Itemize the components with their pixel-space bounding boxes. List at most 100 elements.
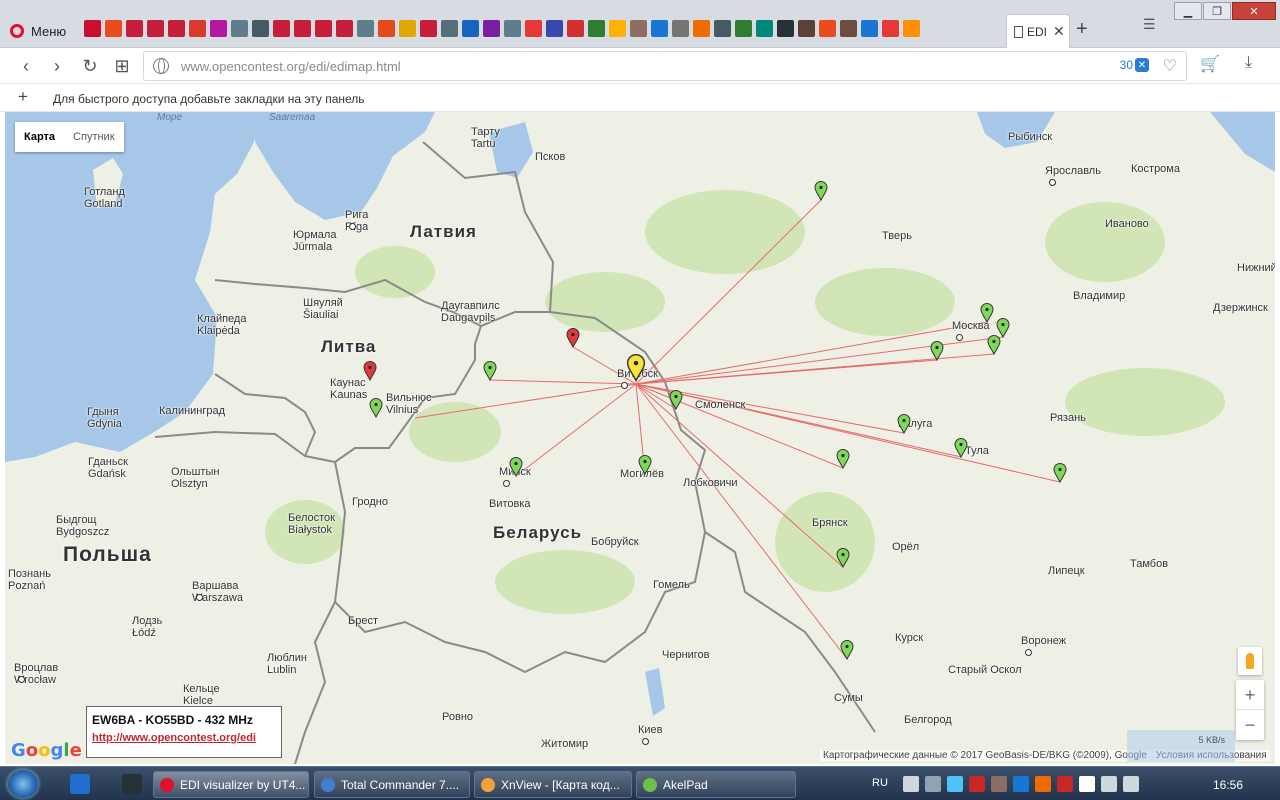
pinned-tab-icon[interactable]	[357, 20, 374, 37]
pinned-tab-icon[interactable]	[147, 20, 164, 37]
taskbar-task[interactable]: AkelPad	[636, 771, 796, 798]
close-window-button[interactable]: ✕	[1232, 2, 1276, 20]
station-marker-green-icon[interactable]	[483, 361, 497, 381]
pinned-tab-icon[interactable]	[420, 20, 437, 37]
street-view-pegman[interactable]	[1238, 647, 1262, 675]
pinned-tab-icon[interactable]	[735, 20, 752, 37]
taskbar-task[interactable]: Total Commander 7....	[314, 771, 470, 798]
tray-icon[interactable]	[1013, 776, 1029, 792]
new-tab-button[interactable]: +	[1076, 18, 1088, 41]
tray-icon[interactable]	[1057, 776, 1073, 792]
pinned-tab-icon[interactable]	[84, 20, 101, 37]
pinned-tab-icon[interactable]	[903, 20, 920, 37]
pinned-tab-icon[interactable]	[168, 20, 185, 37]
station-marker-green-icon[interactable]	[509, 457, 523, 477]
tray-icon[interactable]	[1035, 776, 1051, 792]
map-type-map-button[interactable]: Карта	[15, 122, 64, 152]
station-marker-green-icon[interactable]	[836, 548, 850, 568]
pinned-tab-icon[interactable]	[294, 20, 311, 37]
pinned-tab-icon[interactable]	[819, 20, 836, 37]
desktop-icon[interactable]	[122, 774, 142, 794]
url-field[interactable]: www.opencontest.org/edi/edimap.html 30 ✕…	[143, 51, 1187, 81]
pinned-tab-icon[interactable]	[525, 20, 542, 37]
station-marker-red-icon[interactable]	[566, 328, 580, 348]
language-indicator[interactable]: RU	[872, 777, 888, 789]
heart-icon[interactable]: ♡	[1163, 56, 1177, 76]
internet-explorer-icon[interactable]	[70, 774, 90, 794]
station-marker-red-icon[interactable]	[363, 361, 377, 381]
station-marker-green-icon[interactable]	[954, 438, 968, 458]
station-marker-green-icon[interactable]	[980, 303, 994, 323]
download-icon[interactable]: ⤓	[1245, 54, 1252, 72]
pinned-tab-icon[interactable]	[252, 20, 269, 37]
ad-blocker-badge[interactable]: 30 ✕	[1120, 58, 1149, 72]
pinned-tab-icon[interactable]	[399, 20, 416, 37]
pinned-tab-icon[interactable]	[882, 20, 899, 37]
station-marker-green-icon[interactable]	[814, 181, 828, 201]
cart-icon[interactable]: 🛒	[1200, 54, 1220, 74]
zoom-out-button[interactable]: −	[1236, 710, 1264, 740]
pinned-tab-icon[interactable]	[504, 20, 521, 37]
station-marker-green-icon[interactable]	[840, 640, 854, 660]
pinned-tab-icon[interactable]	[336, 20, 353, 37]
add-bookmark-icon[interactable]: +	[18, 87, 28, 107]
start-button[interactable]	[8, 770, 38, 798]
taskbar-task[interactable]: XnView - [Карта код...	[474, 771, 632, 798]
tray-icon[interactable]	[947, 776, 963, 792]
forward-button[interactable]: ›	[45, 54, 69, 78]
pinned-tab-icon[interactable]	[630, 20, 647, 37]
pinned-tab-icon[interactable]	[567, 20, 584, 37]
station-marker-green-icon[interactable]	[369, 398, 383, 418]
reload-button[interactable]: ↻	[78, 54, 102, 78]
station-info-link[interactable]: http://www.opencontest.org/edi	[92, 732, 276, 744]
tray-icon[interactable]	[925, 776, 941, 792]
pinned-tab-icon[interactable]	[756, 20, 773, 37]
map-type-satellite-button[interactable]: Спутник	[64, 122, 123, 152]
pinned-tab-icon[interactable]	[483, 20, 500, 37]
pinned-tab-icon[interactable]	[441, 20, 458, 37]
pinned-tab-icon[interactable]	[105, 20, 122, 37]
tray-icon[interactable]	[1101, 776, 1117, 792]
tray-icon[interactable]	[1079, 776, 1095, 792]
station-marker-green-icon[interactable]	[1053, 463, 1067, 483]
tab-menu-icon[interactable]: ☰	[1143, 16, 1156, 33]
maximize-window-button[interactable]: ❐	[1203, 2, 1231, 20]
pinned-tab-icon[interactable]	[798, 20, 815, 37]
tabs-grid-icon[interactable]: ⊞	[110, 54, 134, 78]
station-marker-green-icon[interactable]	[930, 341, 944, 361]
pinned-tab-icon[interactable]	[714, 20, 731, 37]
taskbar-task[interactable]: EDI visualizer by UT4...	[153, 771, 309, 798]
tray-icon[interactable]	[991, 776, 1007, 792]
pinned-tab-icon[interactable]	[609, 20, 626, 37]
station-marker-green-icon[interactable]	[669, 390, 683, 410]
map-canvas[interactable]	[5, 112, 1275, 764]
pinned-tab-icon[interactable]	[840, 20, 857, 37]
map-view[interactable]: Карта Спутник Тарту Tartu Псков Рига Rīga Юрм…	[5, 112, 1275, 764]
home-station-marker-icon[interactable]	[626, 354, 646, 382]
pinned-tab-icon[interactable]	[378, 20, 395, 37]
close-tab-icon[interactable]: ✕	[1053, 23, 1065, 40]
pinned-tab-icon[interactable]	[693, 20, 710, 37]
station-marker-green-icon[interactable]	[638, 455, 652, 475]
taskbar-clock[interactable]: 16:56	[1213, 778, 1243, 792]
pinned-tab-icon[interactable]	[315, 20, 332, 37]
back-button[interactable]: ‹	[14, 54, 38, 78]
pinned-tab-icon[interactable]	[189, 20, 206, 37]
zoom-in-button[interactable]: +	[1236, 680, 1264, 710]
pinned-tab-icon[interactable]	[672, 20, 689, 37]
pinned-tab-icon[interactable]	[231, 20, 248, 37]
minimize-window-button[interactable]: ▁	[1174, 2, 1202, 20]
pinned-tab-icon[interactable]	[546, 20, 563, 37]
pinned-tab-icon[interactable]	[126, 20, 143, 37]
pinned-tab-icon[interactable]	[588, 20, 605, 37]
tray-icon[interactable]	[969, 776, 985, 792]
tab-active-edi[interactable]: EDI ✕	[1006, 14, 1070, 48]
pinned-tab-icon[interactable]	[273, 20, 290, 37]
station-marker-green-icon[interactable]	[836, 449, 850, 469]
station-marker-green-icon[interactable]	[987, 335, 1001, 355]
opera-menu-button[interactable]: Меню	[10, 20, 66, 42]
pinned-tab-icon[interactable]	[861, 20, 878, 37]
pinned-tab-icon[interactable]	[777, 20, 794, 37]
pinned-tab-icon[interactable]	[651, 20, 668, 37]
tray-icon[interactable]	[1123, 776, 1139, 792]
